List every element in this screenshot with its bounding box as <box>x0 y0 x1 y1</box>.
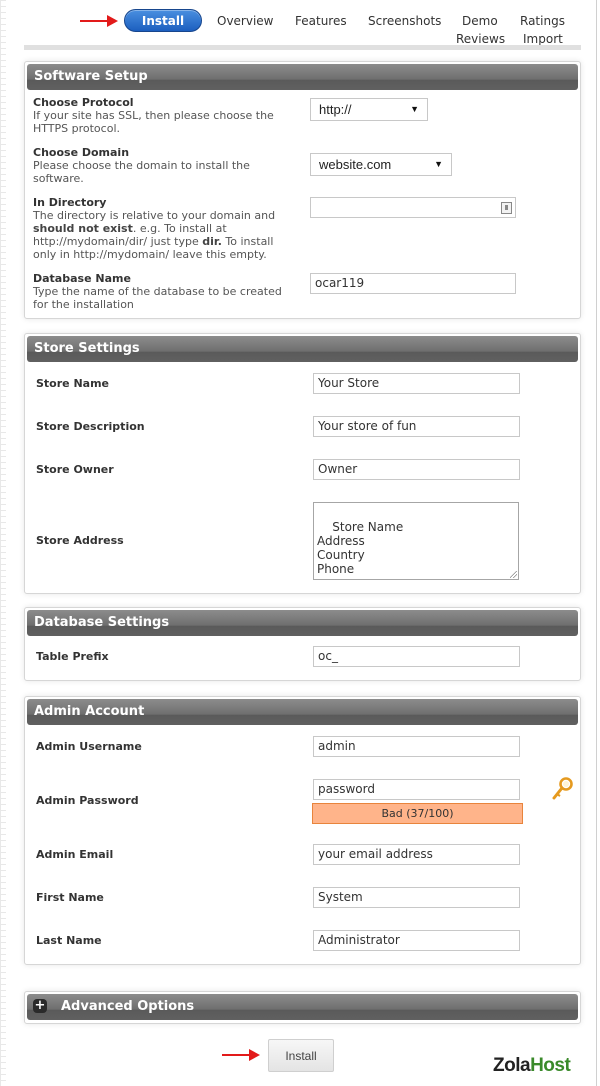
store-address-label: Store Address <box>36 534 124 547</box>
admin-email-label: Admin Email <box>36 848 114 861</box>
tab-overview[interactable]: Overview <box>217 14 274 28</box>
admin-username-label: Admin Username <box>36 740 142 753</box>
tab-demo[interactable]: Demo <box>462 14 498 28</box>
autofill-icon[interactable] <box>501 202 512 214</box>
store-owner-label: Store Owner <box>36 463 114 476</box>
store-name-input[interactable]: Your Store <box>313 373 520 394</box>
left-edge-grid <box>0 0 6 1086</box>
brand-logo-part2: Host <box>530 1055 571 1076</box>
store-description-input[interactable]: Your store of fun <box>313 416 520 437</box>
chevron-down-icon: ▼ <box>434 159 443 169</box>
protocol-label: Choose Protocol <box>33 96 134 109</box>
tab-screenshots[interactable]: Screenshots <box>368 14 441 28</box>
admin-password-label: Admin Password <box>36 794 139 807</box>
top-nav: Install Overview Features Screenshots De… <box>0 0 600 50</box>
red-arrow-icon <box>222 1049 260 1061</box>
store-settings-panel: Store Settings Store Name Your Store Sto… <box>24 333 581 594</box>
brand-logo: ZolaHost <box>493 1055 571 1077</box>
directory-desc-bold: should not exist <box>33 222 133 235</box>
store-name-label: Store Name <box>36 377 110 390</box>
password-strength-meter: Bad (37/100) <box>312 803 523 824</box>
database-name-label: Database Name <box>33 272 131 285</box>
database-name-desc: Type the name of the database to be crea… <box>33 285 282 311</box>
plus-icon[interactable]: + <box>33 999 47 1013</box>
domain-select-value: website.com <box>319 157 392 172</box>
last-name-label: Last Name <box>36 934 102 947</box>
tab-features[interactable]: Features <box>295 14 347 28</box>
directory-label: In Directory <box>33 196 107 209</box>
table-prefix-input[interactable]: oc_ <box>313 646 520 667</box>
protocol-select[interactable]: http:// ▼ <box>310 98 428 121</box>
tab-install[interactable]: Install <box>124 9 202 32</box>
protocol-desc: If your site has SSL, then please choose… <box>33 109 274 135</box>
first-name-input[interactable]: System <box>313 887 520 908</box>
advanced-options-header[interactable]: Advanced Options <box>27 994 578 1020</box>
database-name-input[interactable]: ocar119 <box>310 273 516 294</box>
admin-password-input[interactable]: password <box>313 779 520 800</box>
tab-import[interactable]: Import <box>523 32 563 46</box>
directory-desc-bold: dir. <box>202 235 222 248</box>
store-owner-input[interactable]: Owner <box>313 459 520 480</box>
database-settings-panel: Database Settings Table Prefix oc_ <box>24 607 581 681</box>
store-address-textarea[interactable]: Store Name Address Country Phone <box>313 502 519 580</box>
database-settings-header: Database Settings <box>27 610 578 636</box>
admin-account-header: Admin Account <box>27 699 578 725</box>
store-settings-header: Store Settings <box>27 336 578 362</box>
first-name-label: First Name <box>36 891 104 904</box>
nav-divider <box>24 45 581 50</box>
directory-desc: The directory is relative to your domain… <box>33 209 298 261</box>
tab-reviews[interactable]: Reviews <box>456 32 505 46</box>
key-icon[interactable] <box>552 777 574 801</box>
directory-desc-part: The directory is relative to your domain… <box>33 209 276 222</box>
chevron-down-icon: ▼ <box>410 104 419 114</box>
software-setup-header: Software Setup <box>27 64 578 90</box>
table-prefix-label: Table Prefix <box>36 650 109 663</box>
right-edge-rule <box>596 0 597 1086</box>
domain-label: Choose Domain <box>33 146 130 159</box>
software-setup-panel: Software Setup Choose Protocol If your s… <box>24 61 581 319</box>
brand-logo-part1: Zola <box>493 1055 531 1076</box>
admin-username-input[interactable]: admin <box>313 736 520 757</box>
resize-handle-icon[interactable] <box>510 571 517 578</box>
admin-account-panel: Admin Account Admin Username admin Admin… <box>24 696 581 965</box>
tab-ratings[interactable]: Ratings <box>520 14 565 28</box>
admin-email-input[interactable]: your email address <box>313 844 520 865</box>
directory-input[interactable] <box>310 197 516 218</box>
red-arrow-icon <box>80 15 118 27</box>
protocol-select-value: http:// <box>319 102 352 117</box>
store-address-value: Store Name Address Country Phone <box>317 520 404 576</box>
domain-select[interactable]: website.com ▼ <box>310 153 452 176</box>
advanced-options-panel[interactable]: Advanced Options + <box>24 991 581 1024</box>
domain-desc: Please choose the domain to install the … <box>33 159 250 185</box>
store-description-label: Store Description <box>36 420 145 433</box>
last-name-input[interactable]: Administrator <box>313 930 520 951</box>
install-button[interactable]: Install <box>268 1039 334 1072</box>
